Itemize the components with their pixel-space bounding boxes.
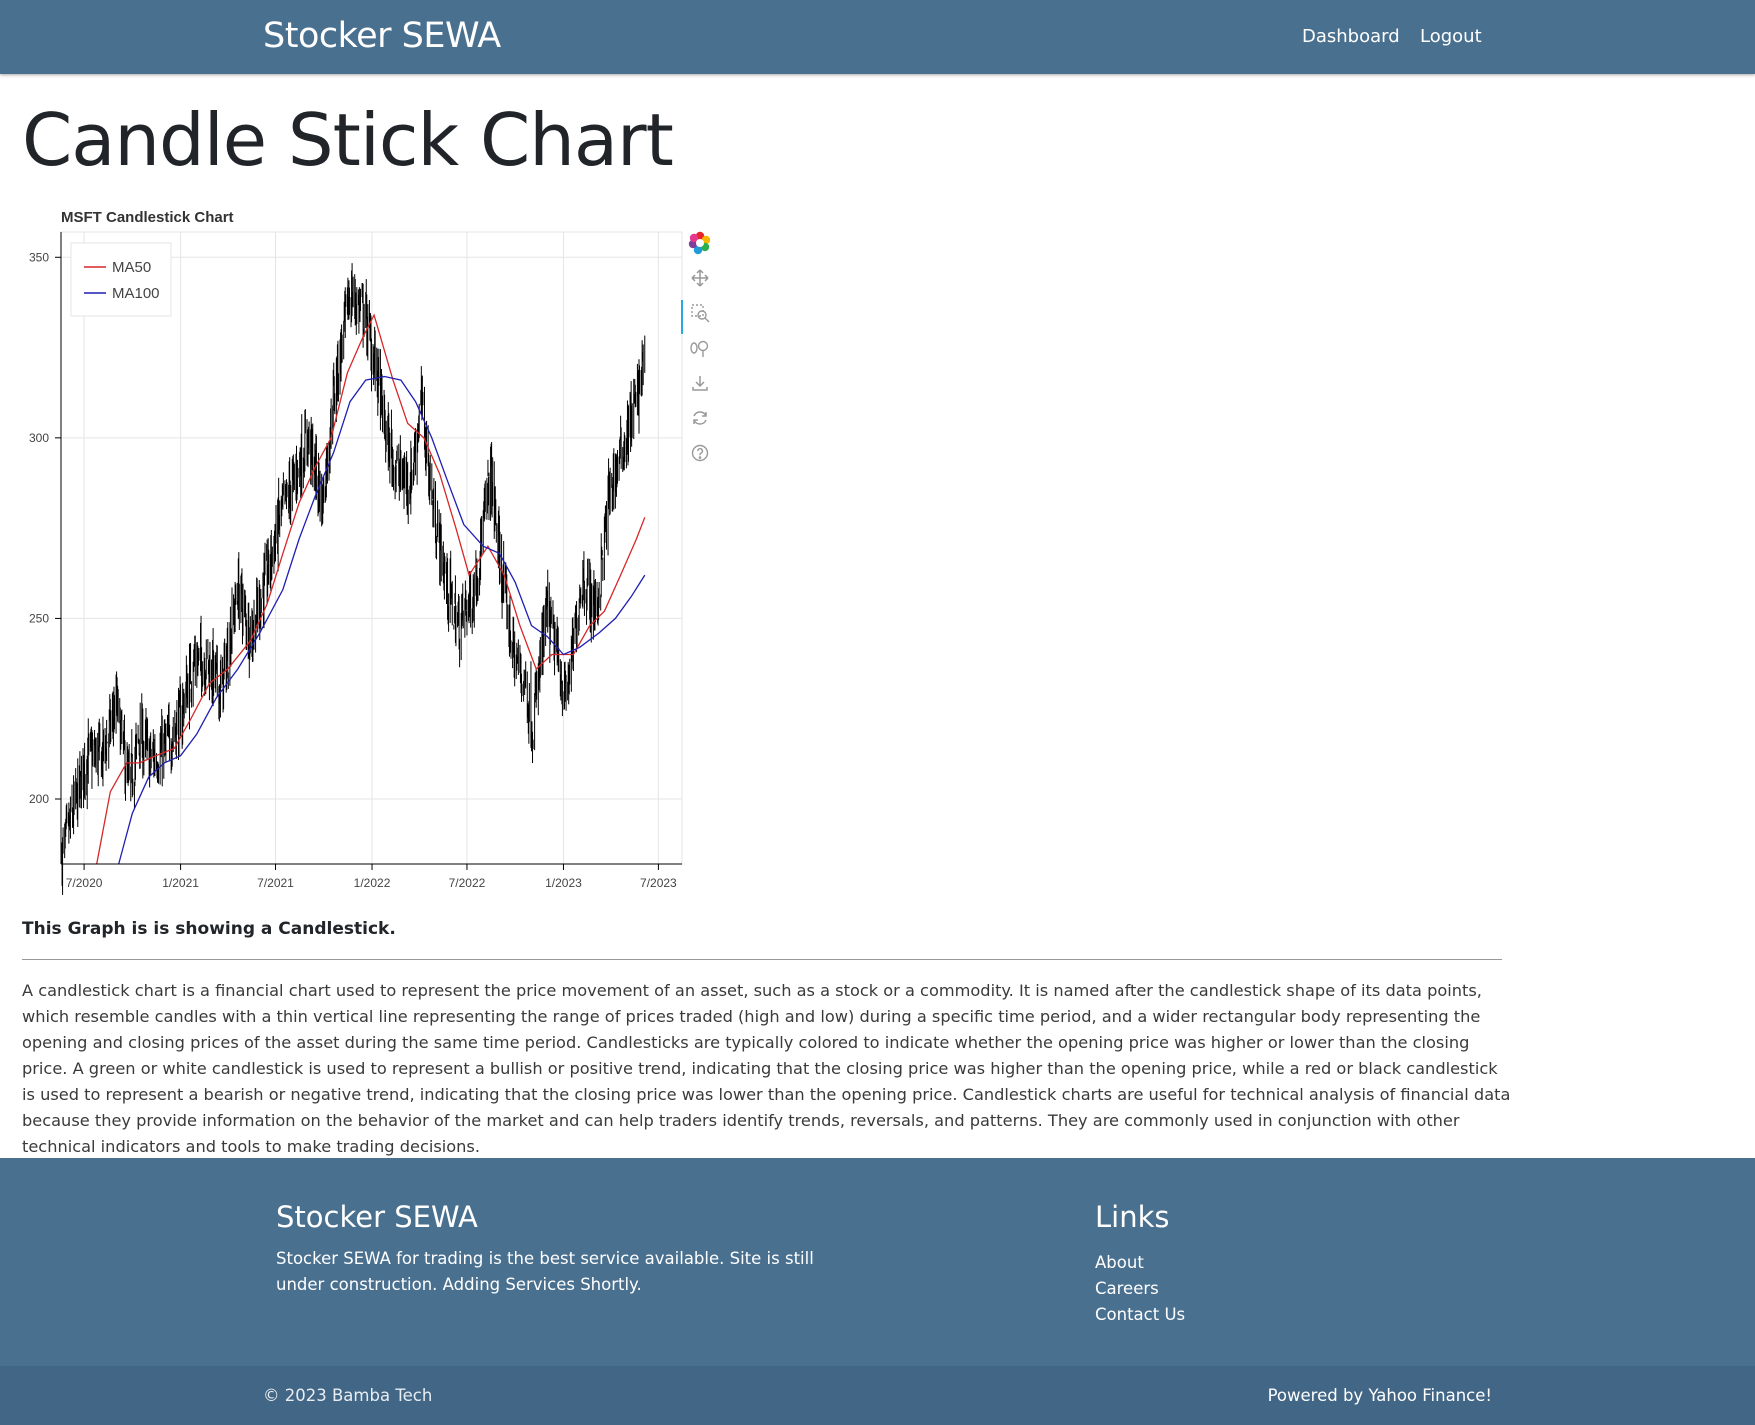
chart-caption: This Graph is is showing a Candlestick. [22,919,396,939]
powered-by-text: Powered by Yahoo Finance! [1267,1386,1492,1405]
footer-links-list: About Careers Contact Us [1095,1250,1185,1328]
x-tick-label: 1/2023 [545,876,582,890]
copyright-text: © 2023 Bamba Tech [263,1386,433,1405]
footer: Stocker SEWA Stocker SEWA for trading is… [0,1158,1755,1366]
horizontal-divider [22,959,1502,960]
x-tick-label: 7/2020 [66,876,103,890]
x-tick-label: 7/2023 [640,876,677,890]
x-tick-label: 7/2021 [257,876,294,890]
candlestick-description: A candlestick chart is a financial chart… [22,981,1511,1156]
footer-link-about[interactable]: About [1095,1250,1185,1276]
ma-line-ma50 [96,313,646,865]
pan-icon[interactable] [682,263,718,293]
help-icon[interactable] [682,438,718,468]
page-title: Candle Stick Chart [22,98,674,182]
navbar: Stocker SEWA Dashboard Logout [0,0,1755,74]
brand-logo-text[interactable]: Stocker SEWA [263,16,501,56]
legend-ma50-label: MA50 [112,259,151,276]
y-tick-label: 250 [29,611,49,625]
footer-link-careers[interactable]: Careers [1095,1276,1185,1302]
y-tick-label: 350 [29,250,49,264]
save-icon[interactable] [682,368,718,398]
moving-average-lines [96,313,646,865]
ma-line-ma100 [118,375,646,865]
legend-ma100-label: MA100 [112,285,160,302]
x-tick-label: 1/2021 [162,876,199,890]
footer-links-heading: Links [1095,1200,1170,1234]
candlestick-chart[interactable]: 7/2020 1/2021 7/2021 1/2022 7/2022 1/2023 7/20… [0,200,700,900]
chart-legend: MA50 MA100 [70,242,172,317]
legend-box [70,242,172,317]
y-tick-label: 200 [29,792,49,806]
nav-logout-link[interactable]: Logout [1420,26,1482,47]
y-tick-label: 300 [29,431,49,445]
chart-title: MSFT Candlestick Chart [61,209,234,226]
footer-brand: Stocker SEWA [276,1200,478,1234]
wheel-zoom-icon[interactable] [682,333,718,363]
nav-dashboard-link[interactable]: Dashboard [1302,26,1400,47]
active-tool-indicator [681,300,683,334]
box-zoom-icon[interactable] [681,298,718,334]
footer-about-text: Stocker SEWA for trading is the best ser… [276,1249,814,1294]
footer-bottom-bar: © 2023 Bamba Tech Powered by Yahoo Finan… [0,1366,1755,1425]
footer-link-contact-us[interactable]: Contact Us [1095,1302,1185,1328]
x-tick-label: 1/2022 [354,876,391,890]
bokeh-logo-icon[interactable] [682,228,718,258]
reset-icon[interactable] [682,403,718,433]
chart-axes: 7/2020 1/2021 7/2021 1/2022 7/2022 1/2023 7/20… [29,250,677,890]
x-tick-label: 7/2022 [449,876,486,890]
